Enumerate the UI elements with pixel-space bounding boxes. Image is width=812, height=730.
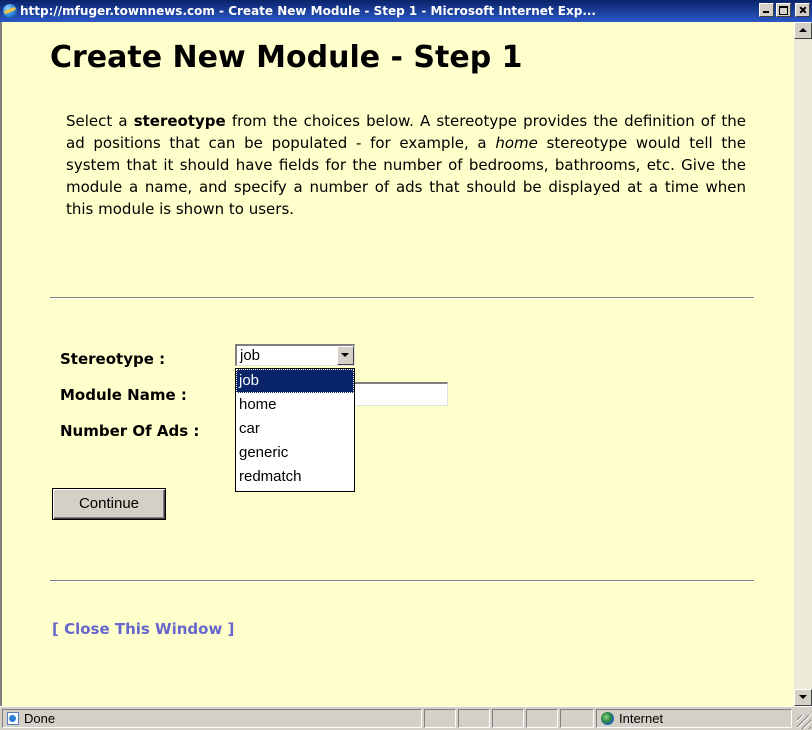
minimize-button[interactable] [759,3,774,17]
module-name-input[interactable] [352,382,448,406]
stereotype-option-generic[interactable]: generic [236,441,354,465]
divider-top [50,297,754,299]
globe-icon [601,712,614,725]
vertical-scrollbar[interactable] [794,22,812,706]
page-title: Create New Module - Step 1 [50,40,523,75]
stereotype-option-redmatch[interactable]: redmatch [236,465,354,489]
intro-paragraph: Select a stereotype from the choices bel… [66,110,746,220]
title-bar: http://mfuger.townnews.com - Create New … [0,0,812,22]
stereotype-option-car[interactable]: car [236,417,354,441]
stereotype-selected-value: job [240,347,261,364]
scroll-up-icon[interactable] [794,22,812,39]
window-title: http://mfuger.townnews.com - Create New … [20,4,596,18]
window-controls [759,3,810,17]
page-done-icon [7,712,19,725]
scroll-down-icon[interactable] [794,689,812,706]
status-cell [560,709,594,728]
stereotype-option-home[interactable]: home [236,393,354,417]
status-text: Done [24,711,56,726]
status-cell [492,709,524,728]
status-cell [458,709,490,728]
close-window-link[interactable]: [ Close This Window ] [52,620,234,638]
internet-explorer-icon [3,4,17,18]
divider-bottom [50,580,754,582]
number-of-ads-label: Number Of Ads : [60,422,200,440]
stereotype-select[interactable]: job [235,344,355,366]
intro-text-1: Select a [66,112,134,130]
maximize-button[interactable] [776,3,791,17]
intro-italic-home: home [495,134,538,152]
module-name-label: Module Name : [60,386,187,404]
security-zone: Internet [596,709,792,728]
stereotype-label: Stereotype : [60,350,166,368]
continue-button[interactable]: Continue [52,488,166,520]
close-button[interactable] [795,3,810,17]
stereotype-option-job[interactable]: job [236,369,354,393]
status-cell [526,709,558,728]
intro-bold-stereotype: stereotype [133,112,226,130]
zone-text: Internet [619,711,664,726]
resize-grip-icon[interactable] [797,715,811,729]
status-bar: Done Internet [0,706,812,730]
status-cell [424,709,456,728]
stereotype-options-list: job home car generic redmatch [235,368,355,492]
page-content: Create New Module - Step 1 Select a ster… [0,22,794,706]
dropdown-arrow-icon[interactable] [337,346,354,365]
status-panel: Done [2,709,422,728]
